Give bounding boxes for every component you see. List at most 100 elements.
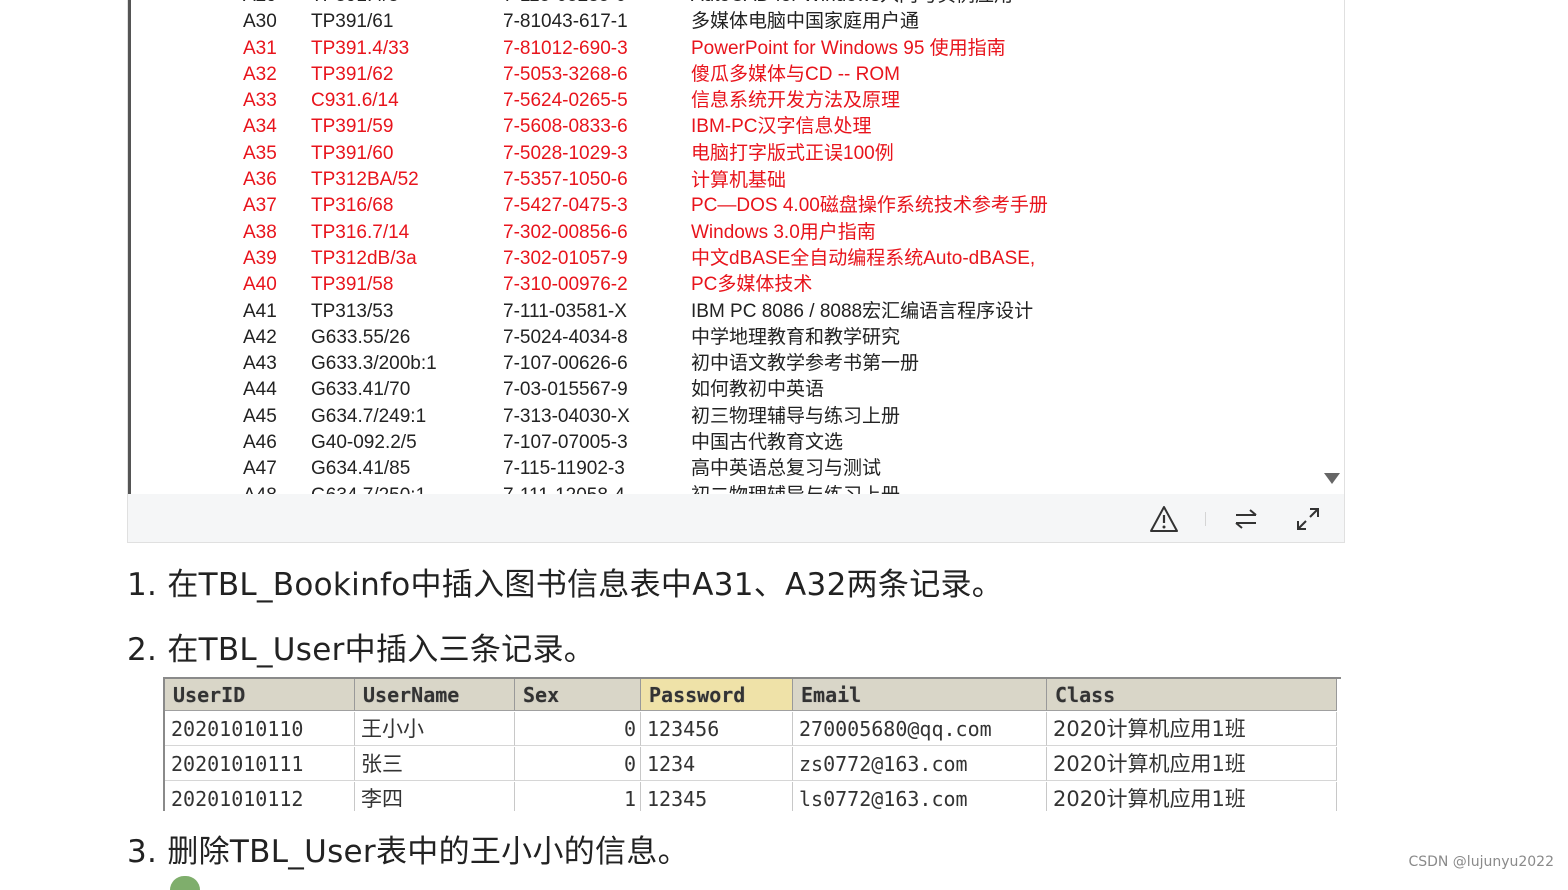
book-class-cell: TP316.7/14 [311,221,410,243]
panel-toolbar [128,494,1344,542]
book-isbn-cell: 7-5357-1050-6 [503,169,628,191]
user-cell-username[interactable]: 张三 [355,747,515,781]
book-isbn-cell: 7-81012-690-3 [503,37,628,59]
book-id-cell: A37 [243,195,277,217]
book-title-cell: AutoCAD for Windows入门与实例应用 [691,0,1013,9]
column-header-email[interactable]: Email [793,679,1047,711]
user-cell-userid[interactable]: 20201010110 [165,712,355,746]
book-isbn-cell: 7-302-01057-9 [503,247,628,269]
book-class-cell: G633.55/26 [311,326,411,348]
book-id-cell: A47 [243,458,277,480]
user-cell-username[interactable]: 李四 [355,782,515,811]
user-cell-sex[interactable]: 0 [515,747,641,781]
book-class-cell: G634.7/250:1 [311,483,426,494]
book-table-row: A36 TP312BA/52 7-5357-1050-6 计算机基础 [131,167,1331,193]
user-cell-class[interactable]: 2020计算机应用1班 [1047,712,1337,746]
book-class-cell: TP391/58 [311,274,394,296]
book-class-cell: G633.41/70 [311,379,411,401]
user-cell-sex[interactable]: 1 [515,782,641,811]
column-header-class[interactable]: Class [1047,679,1337,711]
toolbar-separator [1205,512,1206,526]
book-title-cell: 信息系统开发方法及原理 [691,90,901,112]
book-table-row: A38 TP316.7/14 7-302-00856-6 Windows 3.0用户指… [131,220,1331,246]
book-id-cell: A44 [243,379,277,401]
book-isbn-cell: 7-313-04030-X [503,405,630,427]
book-table-row: A42 G633.55/26 7-5024-4034-8 中学地理教育和教学研究 [131,325,1331,351]
book-id-cell: A38 [243,221,277,243]
book-isbn-cell: 7-5427-0475-3 [503,195,628,217]
book-table-row: A33 C931.6/14 7-5624-0265-5 信息系统开发方法及原理 [131,88,1331,114]
book-isbn-cell: 7-5024-4034-8 [503,326,628,348]
csdn-watermark: CSDN @lujunyu2022 [1408,854,1554,870]
book-isbn-cell: 7-111-12058-4 [503,483,625,494]
book-isbn-cell: 7-03-015567-9 [503,379,628,401]
book-isbn-cell: 7-107-00626-6 [503,353,628,375]
book-id-cell: A33 [243,90,277,112]
book-title-cell: 计算机基础 [691,169,787,192]
user-cell-email[interactable]: 270005680@qq.com [793,712,1047,746]
book-id-cell: A46 [243,432,277,454]
user-cell-password[interactable]: 12345 [641,782,793,811]
user-cell-sex[interactable]: 0 [515,712,641,746]
book-id-cell: A29 [243,0,277,9]
book-id-cell: A36 [243,169,277,191]
user-cell-password[interactable]: 1234 [641,747,793,781]
book-isbn-cell: 7-5624-0265-5 [503,90,628,112]
user-cell-userid[interactable]: 20201010112 [165,782,355,811]
book-id-cell: A48 [243,483,277,494]
book-id-cell: A34 [243,116,277,138]
book-title-cell: Windows 3.0用户指南 [691,221,876,243]
user-cell-username[interactable]: 王小小 [355,712,515,746]
user-cell-email[interactable]: zs0772@163.com [793,747,1047,781]
book-class-cell: G633.3/200b:1 [311,353,437,375]
book-class-cell: TP316/68 [311,195,394,217]
book-isbn-cell: 7-115-05285-0 [503,0,626,9]
user-cell-password[interactable]: 123456 [641,712,793,746]
book-table-row: A47 G634.41/85 7-115-11902-3 高中英语总复习与测试 [131,456,1331,482]
book-table-viewport[interactable]: A29 TP391.4/3 7-115-05285-0 AutoCAD for Win… [131,0,1331,494]
swap-icon[interactable] [1230,504,1262,534]
book-title-cell: 如何教初中英语 [691,379,825,401]
book-class-cell: TP391/62 [311,63,394,85]
column-header-sex[interactable]: Sex [515,679,641,711]
step-1-text: 1. 在TBL_Bookinfo中插入图书信息表中A31、A32两条记录。 [127,567,1004,603]
user-cell-class[interactable]: 2020计算机应用1班 [1047,782,1337,811]
book-table-row: A29 TP391.4/3 7-115-05285-0 AutoCAD for Win… [131,0,1331,9]
user-cell-email[interactable]: ls0772@163.com [793,782,1047,811]
user-cell-userid[interactable]: 20201010111 [165,747,355,781]
book-table-row: A43 G633.3/200b:1 7-107-00626-6 初中语文教学参考书第一… [131,351,1331,377]
book-title-cell: 电脑打字版式正误100例 [691,142,894,164]
book-table-row: A41 TP313/53 7-111-03581-X IBM PC 8086 / 80… [131,299,1331,325]
column-header-username[interactable]: UserName [355,679,515,711]
avatar [170,876,200,890]
book-title-cell: 傻瓜多媒体与CD -- ROM [691,63,900,85]
book-table-row: A46 G40-092.2/5 7-107-07005-3 中国古代教育文选 [131,430,1331,456]
book-table-row: A39 TP312dB/3a 7-302-01057-9 中文dBASE全自动编程系统… [131,246,1331,272]
book-class-cell: TP312BA/52 [311,169,419,191]
column-header-password[interactable]: Password [641,679,793,711]
book-title-cell: 初三物理辅导与练习上册 [691,405,901,427]
book-isbn-cell: 7-81043-617-1 [503,11,628,33]
book-title-cell: 多媒体电脑中国家庭用户通 [691,11,920,33]
book-table-row: A32 TP391/62 7-5053-3268-6 傻瓜多媒体与CD -- ROM [131,62,1331,88]
book-id-cell: A32 [243,63,277,85]
book-isbn-cell: 7-111-03581-X [503,300,627,322]
user-cell-class[interactable]: 2020计算机应用1班 [1047,747,1337,781]
book-id-cell: A40 [243,274,277,296]
column-header-userid[interactable]: UserID [165,679,355,711]
book-id-cell: A39 [243,247,277,269]
book-table-row: A40 TP391/58 7-310-00976-2 PC多媒体技术 [131,272,1331,298]
book-title-cell: 初二物理辅导与练习上册 [691,483,900,494]
scroll-down-arrow-icon[interactable] [1324,473,1340,484]
book-isbn-cell: 7-5053-3268-6 [503,63,628,85]
book-class-cell: TP391/59 [311,116,394,138]
book-class-cell: C931.6/14 [311,90,399,112]
warning-icon[interactable] [1148,504,1180,534]
fullscreen-icon[interactable] [1292,504,1324,534]
book-id-cell: A43 [243,353,277,375]
book-isbn-cell: 7-107-07005-3 [503,432,628,454]
book-table-panel: A29 TP391.4/3 7-115-05285-0 AutoCAD for Win… [127,0,1345,543]
book-title-cell: 高中英语总复习与测试 [691,458,882,480]
book-table-rows: A29 TP391.4/3 7-115-05285-0 AutoCAD for Win… [131,0,1331,494]
book-title-cell: IBM PC 8086 / 8088宏汇编语言程序设计 [691,300,1034,322]
